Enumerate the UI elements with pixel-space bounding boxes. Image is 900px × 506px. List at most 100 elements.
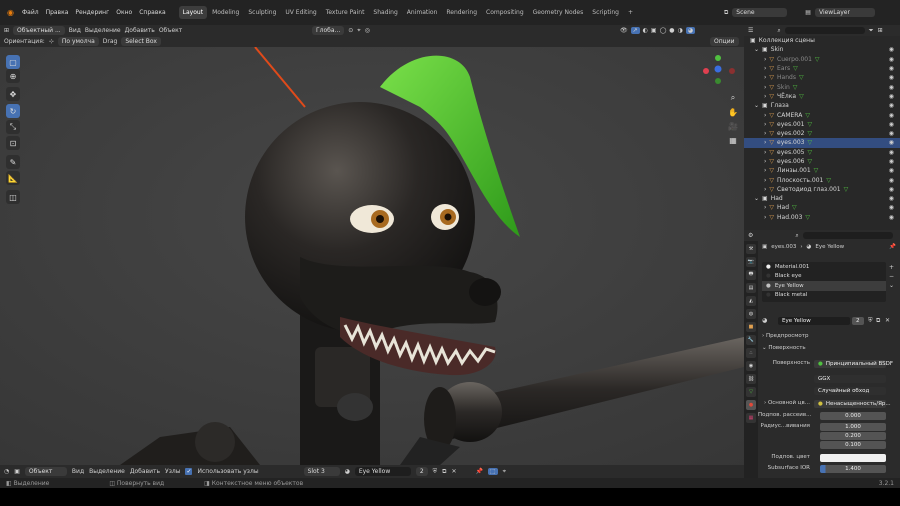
modifier-tab-icon[interactable]: 🔧 [746, 335, 756, 345]
preview-panel-header[interactable]: › Предпросмотр [762, 333, 808, 339]
particles-tab-icon[interactable]: ∴ [746, 348, 756, 358]
user-count-field[interactable]: 2 [852, 317, 864, 325]
new-collection-icon[interactable]: ⊞ [878, 27, 883, 34]
visibility-eye-icon[interactable]: ◉ [889, 214, 894, 221]
view-layer-tab-icon[interactable]: ▤ [746, 283, 756, 293]
visibility-eye-icon[interactable]: ◉ [889, 56, 894, 63]
add-workspace-button[interactable]: + [624, 6, 637, 19]
parent-icon[interactable]: ⬚ [487, 468, 498, 475]
subsurface-color-swatch[interactable] [820, 454, 886, 462]
add-cube-tool[interactable]: ◫ [6, 190, 20, 204]
pin-icon[interactable]: 📌 [889, 244, 896, 250]
outliner-object-row[interactable]: › ▽ Had ▽ ◉ [744, 203, 900, 212]
outliner-object-row[interactable]: › ▽ Светодиод глаз.001 ▽ ◉ [744, 185, 900, 194]
cursor-tool[interactable]: ⊕ [6, 69, 20, 83]
expand-down-icon[interactable]: ⌄ [754, 195, 759, 202]
collapse-right-icon[interactable]: › [764, 84, 766, 91]
gizmo-icon[interactable]: ↗ [630, 27, 640, 34]
tab-modeling[interactable]: Modeling [208, 6, 243, 19]
filter-icon[interactable]: ⏷ [869, 27, 874, 35]
collapse-right-icon[interactable]: › [764, 139, 766, 146]
overlay-icon[interactable]: ◐ [643, 27, 648, 34]
outliner-object-row[interactable]: › ▽ Skin ▽ ◉ [744, 82, 900, 91]
new-material-icon[interactable]: ⧉ [876, 317, 880, 325]
solid-shading-icon[interactable]: ● [669, 27, 674, 34]
perspective-grid-icon[interactable]: ▦ [726, 133, 740, 147]
material-tab-icon[interactable]: ● [746, 400, 756, 410]
material-name-field[interactable]: Eye Yellow [778, 317, 850, 325]
outliner-object-row[interactable]: › ▽ eyes.006 ▽ ◉ [744, 157, 900, 166]
outliner-collection-row[interactable]: ⌄ ▣ Had ◉ [744, 194, 900, 203]
slot-selector[interactable]: Slot 3 [303, 467, 340, 476]
outliner-search-input[interactable] [784, 27, 865, 34]
tab-sculpting[interactable]: Sculpting [244, 6, 280, 19]
render-tab-icon[interactable]: 📷 [746, 257, 756, 267]
base-color-field[interactable]: ● Ненасыщенность/Яр... [814, 400, 891, 408]
material-field[interactable]: Eye Yellow [354, 467, 411, 476]
rotate-tool[interactable]: ↻ [6, 104, 20, 118]
outliner-object-row[interactable]: › ▽ Линзы.001 ▽ ◉ [744, 166, 900, 175]
view-menu[interactable]: Вид [69, 27, 81, 34]
slot-menu-icon[interactable]: ⌄ [889, 282, 894, 289]
menu-render[interactable]: Рендеринг [72, 9, 112, 16]
tab-scripting[interactable]: Scripting [588, 6, 623, 19]
visibility-eye-icon[interactable]: ◉ [889, 139, 894, 146]
material-slot-item[interactable]: ● Black metal [762, 291, 886, 301]
camera-view-icon[interactable]: 🎥 [726, 119, 740, 133]
menu-file[interactable]: Файл [19, 9, 42, 16]
rendered-shading-icon[interactable]: ◕ [685, 27, 696, 34]
view-layer-selector[interactable]: ViewLayer [814, 8, 875, 17]
material-shading-icon[interactable]: ◑ [678, 27, 683, 34]
data-tab-icon[interactable]: ▽ [746, 387, 756, 397]
outliner-object-row[interactable]: › ▽ Плоскость.001 ▽ ◉ [744, 175, 900, 184]
outliner-editor-icon[interactable]: ☰ [748, 27, 753, 34]
physics-tab-icon[interactable]: ◉ [746, 361, 756, 371]
select-menu[interactable]: Выделение [89, 468, 125, 475]
material-browse-icon[interactable]: ◕ [345, 468, 350, 475]
select-menu[interactable]: Выделение [85, 27, 121, 34]
constraints-tab-icon[interactable]: ⛓ [746, 374, 756, 384]
material-users-field[interactable]: 2 [415, 467, 428, 476]
subsurface-field[interactable]: 0.000 [820, 412, 886, 420]
outliner-object-row[interactable]: › ▽ CAMERA ▽ ◉ [744, 110, 900, 119]
visibility-eye-icon[interactable]: ◉ [889, 158, 894, 165]
editor-type-icon[interactable]: ⊞ [4, 27, 9, 34]
visibility-eye-icon[interactable]: ◉ [889, 121, 894, 128]
visibility-eye-icon[interactable]: ◉ [889, 167, 894, 174]
scene-selector[interactable]: Scene [732, 8, 788, 17]
editor-type-icon[interactable]: ◔ [4, 468, 9, 475]
visibility-eye-icon[interactable]: ◉ [889, 65, 894, 72]
outliner-object-row[interactable]: › ▽ Had.003 ▽ ◉ [744, 213, 900, 222]
xray-icon[interactable]: ▣ [651, 27, 657, 34]
use-nodes-checkbox[interactable]: ✓ [185, 468, 193, 475]
snap-icon[interactable]: ⌖ [357, 27, 360, 35]
proportional-icon[interactable]: ◎ [365, 27, 370, 34]
menu-edit[interactable]: Правка [43, 9, 72, 16]
radius-x-field[interactable]: 1.000 [820, 423, 886, 431]
shader-mode-selector[interactable]: Объект [24, 467, 67, 476]
material-browse-icon[interactable]: ◕ [762, 317, 767, 324]
scale-tool[interactable]: ⤡ [6, 120, 20, 134]
pan-hand-icon[interactable]: ✋ [726, 105, 740, 119]
menu-window[interactable]: Окно [113, 9, 135, 16]
collapse-right-icon[interactable]: › [764, 214, 766, 221]
transform-orientation[interactable]: Глоба... [312, 26, 345, 35]
outliner-object-row[interactable]: › ▽ Ears ▽ ◉ [744, 64, 900, 73]
zoom-icon[interactable]: ⌕ [726, 91, 740, 105]
collapse-right-icon[interactable]: › [764, 56, 766, 63]
3d-viewport[interactable]: ▢ ⊕ ✥ ↻ ⤡ ⊡ ✎ 📐 ◫ ⌕ ✋ 🎥 ▦ [0, 47, 744, 465]
visibility-eye-icon[interactable]: ◉ [889, 74, 894, 81]
visibility-eye-icon[interactable]: ◉ [889, 46, 894, 53]
collapse-right-icon[interactable]: › [764, 186, 766, 193]
visibility-eye-icon[interactable]: ◉ [889, 84, 894, 91]
radius-z-field[interactable]: 0.100 [820, 441, 886, 449]
add-menu[interactable]: Добавить [130, 468, 160, 475]
visibility-eye-icon[interactable]: ◉ [889, 112, 894, 119]
world-tab-icon[interactable]: ◍ [746, 309, 756, 319]
object-tab-icon[interactable]: ■ [746, 322, 756, 332]
scene-collection-row[interactable]: ▣ Коллекция сцены [744, 36, 900, 45]
tab-animation[interactable]: Animation [403, 6, 442, 19]
scene-tab-icon[interactable]: ◭ [746, 296, 756, 306]
subsurface-method-dropdown[interactable]: Случайный обход [814, 387, 886, 395]
add-menu[interactable]: Добавить [125, 27, 155, 34]
